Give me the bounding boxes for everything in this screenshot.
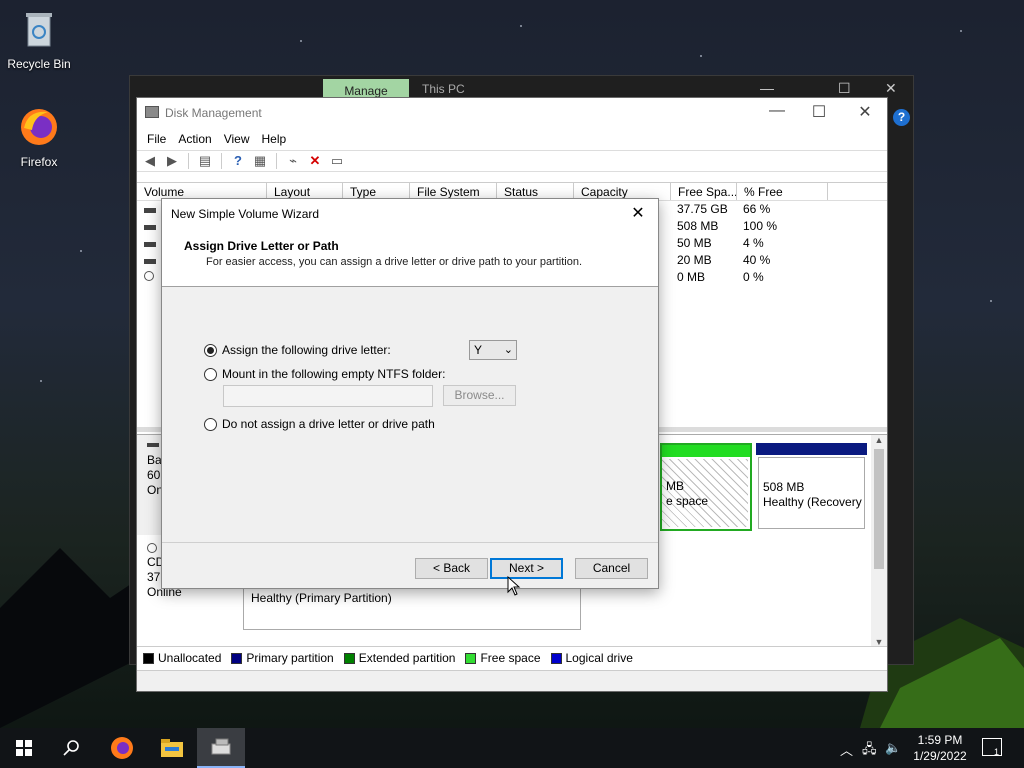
taskbar-disk-management[interactable] [197, 728, 245, 768]
recovery-partition[interactable]: 508 MB Healthy (Recovery [756, 443, 867, 531]
wizard-header: Assign Drive Letter or Path For easier a… [162, 229, 658, 287]
col-percent-free[interactable]: % Free [737, 183, 828, 200]
minimize-icon[interactable]: — [760, 80, 774, 96]
firefox-label: Firefox [20, 155, 58, 169]
explorer-title: This PC [422, 82, 465, 96]
drive-icon [144, 208, 156, 213]
recycle-bin-label: Recycle Bin [7, 57, 71, 71]
close-icon[interactable]: ✕ [885, 80, 897, 97]
menu-action[interactable]: Action [172, 132, 217, 146]
wizard-titlebar: New Simple Volume Wizard ✕ [162, 199, 658, 229]
help-icon[interactable]: ? [893, 109, 910, 126]
menu-help[interactable]: Help [256, 132, 293, 146]
toolbar-separator [221, 153, 222, 169]
settings-icon[interactable]: ▭ [328, 153, 346, 169]
properties-icon[interactable]: ▦ [251, 153, 269, 169]
legend-unallocated: Unallocated [143, 651, 221, 665]
drive-icon [144, 225, 156, 230]
scroll-thumb[interactable] [874, 449, 884, 569]
chevron-down-icon: ⌄ [503, 344, 513, 356]
search-icon [63, 740, 79, 756]
help-book-icon[interactable]: ? [229, 153, 247, 169]
windows-logo-icon [16, 740, 32, 756]
radio-selected-icon [204, 343, 217, 357]
dm-titlebar: Disk Management — ☐ ✕ [137, 98, 887, 128]
firefox-icon [21, 109, 57, 145]
clock-time: 1:59 PM [917, 733, 963, 747]
wizard-title: New Simple Volume Wizard [171, 207, 320, 221]
legend-free-space: Free space [465, 651, 541, 665]
drive-icon [144, 259, 156, 264]
minimize-icon[interactable]: — [757, 102, 797, 120]
maximize-icon[interactable]: ☐ [799, 102, 839, 122]
disk-management-icon [145, 106, 159, 118]
taskbar-file-explorer[interactable] [148, 728, 196, 768]
browse-button[interactable]: Browse... [443, 385, 516, 406]
close-icon[interactable]: ✕ [845, 102, 885, 122]
close-icon[interactable]: ✕ [626, 199, 650, 229]
wizard-footer: < Back Next > Cancel [162, 542, 658, 588]
wizard-body: Assign the following drive letter: Y ⌄ M… [162, 287, 658, 542]
connect-icon[interactable]: ⌁ [284, 153, 302, 169]
show-hide-tree-icon[interactable]: ▤ [196, 153, 214, 169]
drive-letter-select[interactable]: Y ⌄ [469, 340, 517, 360]
wizard-subheading: For easier access, you can assign a driv… [206, 256, 583, 268]
status-bar [137, 670, 887, 691]
clock[interactable]: 1:59 PM 1/29/2022 [908, 732, 972, 764]
col-free-space[interactable]: Free Spa... [671, 183, 737, 200]
cancel-button[interactable]: Cancel [575, 558, 648, 579]
recycle-bin-icon [26, 13, 52, 47]
notification-icon[interactable]: 1 [982, 738, 1002, 757]
menu-view[interactable]: View [218, 132, 256, 146]
cd-drive-icon [147, 543, 157, 553]
menu-bar: File Action View Help [137, 128, 887, 150]
search-button[interactable] [48, 728, 96, 768]
chevron-up-icon[interactable]: ︿ [840, 740, 853, 759]
no-letter-radio[interactable]: Do not assign a drive letter or drive pa… [204, 417, 435, 431]
back-arrow-icon[interactable]: ◀ [141, 153, 159, 169]
drive-icon [144, 242, 156, 247]
radio-icon [204, 417, 217, 431]
mouse-cursor-icon [507, 576, 521, 596]
delete-icon[interactable]: ✕ [306, 153, 324, 169]
disk0-label[interactable]: Ba 60. On [137, 435, 164, 535]
legend-logical: Logical drive [550, 651, 633, 665]
next-button[interactable]: Next > [490, 558, 563, 579]
firefox-icon [111, 737, 133, 759]
folder-icon [161, 739, 183, 757]
toolbar-separator [276, 153, 277, 169]
firefox-desktop-icon[interactable]: Firefox [1, 106, 77, 169]
network-icon[interactable]: 🖧 [862, 740, 877, 762]
volume-muted-icon[interactable]: 🔈 [885, 740, 901, 756]
start-button[interactable] [0, 728, 48, 768]
cd-drive-icon [144, 271, 154, 281]
dm-title: Disk Management [165, 106, 262, 120]
toolbar: ◀ ▶ ▤ ? ▦ ⌁ ✕ ▭ [137, 150, 887, 172]
taskbar: ︿ 🖧 🔈 1:59 PM 1/29/2022 1 [0, 728, 1024, 768]
back-button[interactable]: < Back [415, 558, 488, 579]
recycle-bin-desktop-icon[interactable]: Recycle Bin [1, 8, 77, 71]
legend: Unallocated Primary partition Extended p… [137, 646, 887, 668]
folder-path-input[interactable] [223, 385, 433, 407]
assign-letter-radio[interactable]: Assign the following drive letter: [204, 343, 391, 357]
legend-primary: Primary partition [231, 651, 334, 665]
clock-date: 1/29/2022 [913, 749, 967, 763]
radio-icon [204, 367, 217, 381]
disk-management-icon [211, 738, 231, 755]
new-simple-volume-wizard: New Simple Volume Wizard ✕ Assign Drive … [161, 198, 659, 589]
scroll-up-icon[interactable]: ▲ [871, 435, 887, 445]
free-space-partition[interactable]: MB e space [660, 443, 752, 531]
wizard-heading: Assign Drive Letter or Path [184, 239, 339, 253]
taskbar-firefox[interactable] [98, 728, 146, 768]
legend-extended: Extended partition [343, 651, 455, 665]
menu-file[interactable]: File [141, 132, 172, 146]
vertical-scrollbar[interactable]: ▲ ▼ [871, 435, 887, 647]
disk-icon [147, 443, 159, 447]
forward-arrow-icon[interactable]: ▶ [163, 153, 181, 169]
toolbar-separator [188, 153, 189, 169]
maximize-icon[interactable]: ☐ [838, 80, 851, 97]
mount-folder-radio[interactable]: Mount in the following empty NTFS folder… [204, 367, 445, 381]
